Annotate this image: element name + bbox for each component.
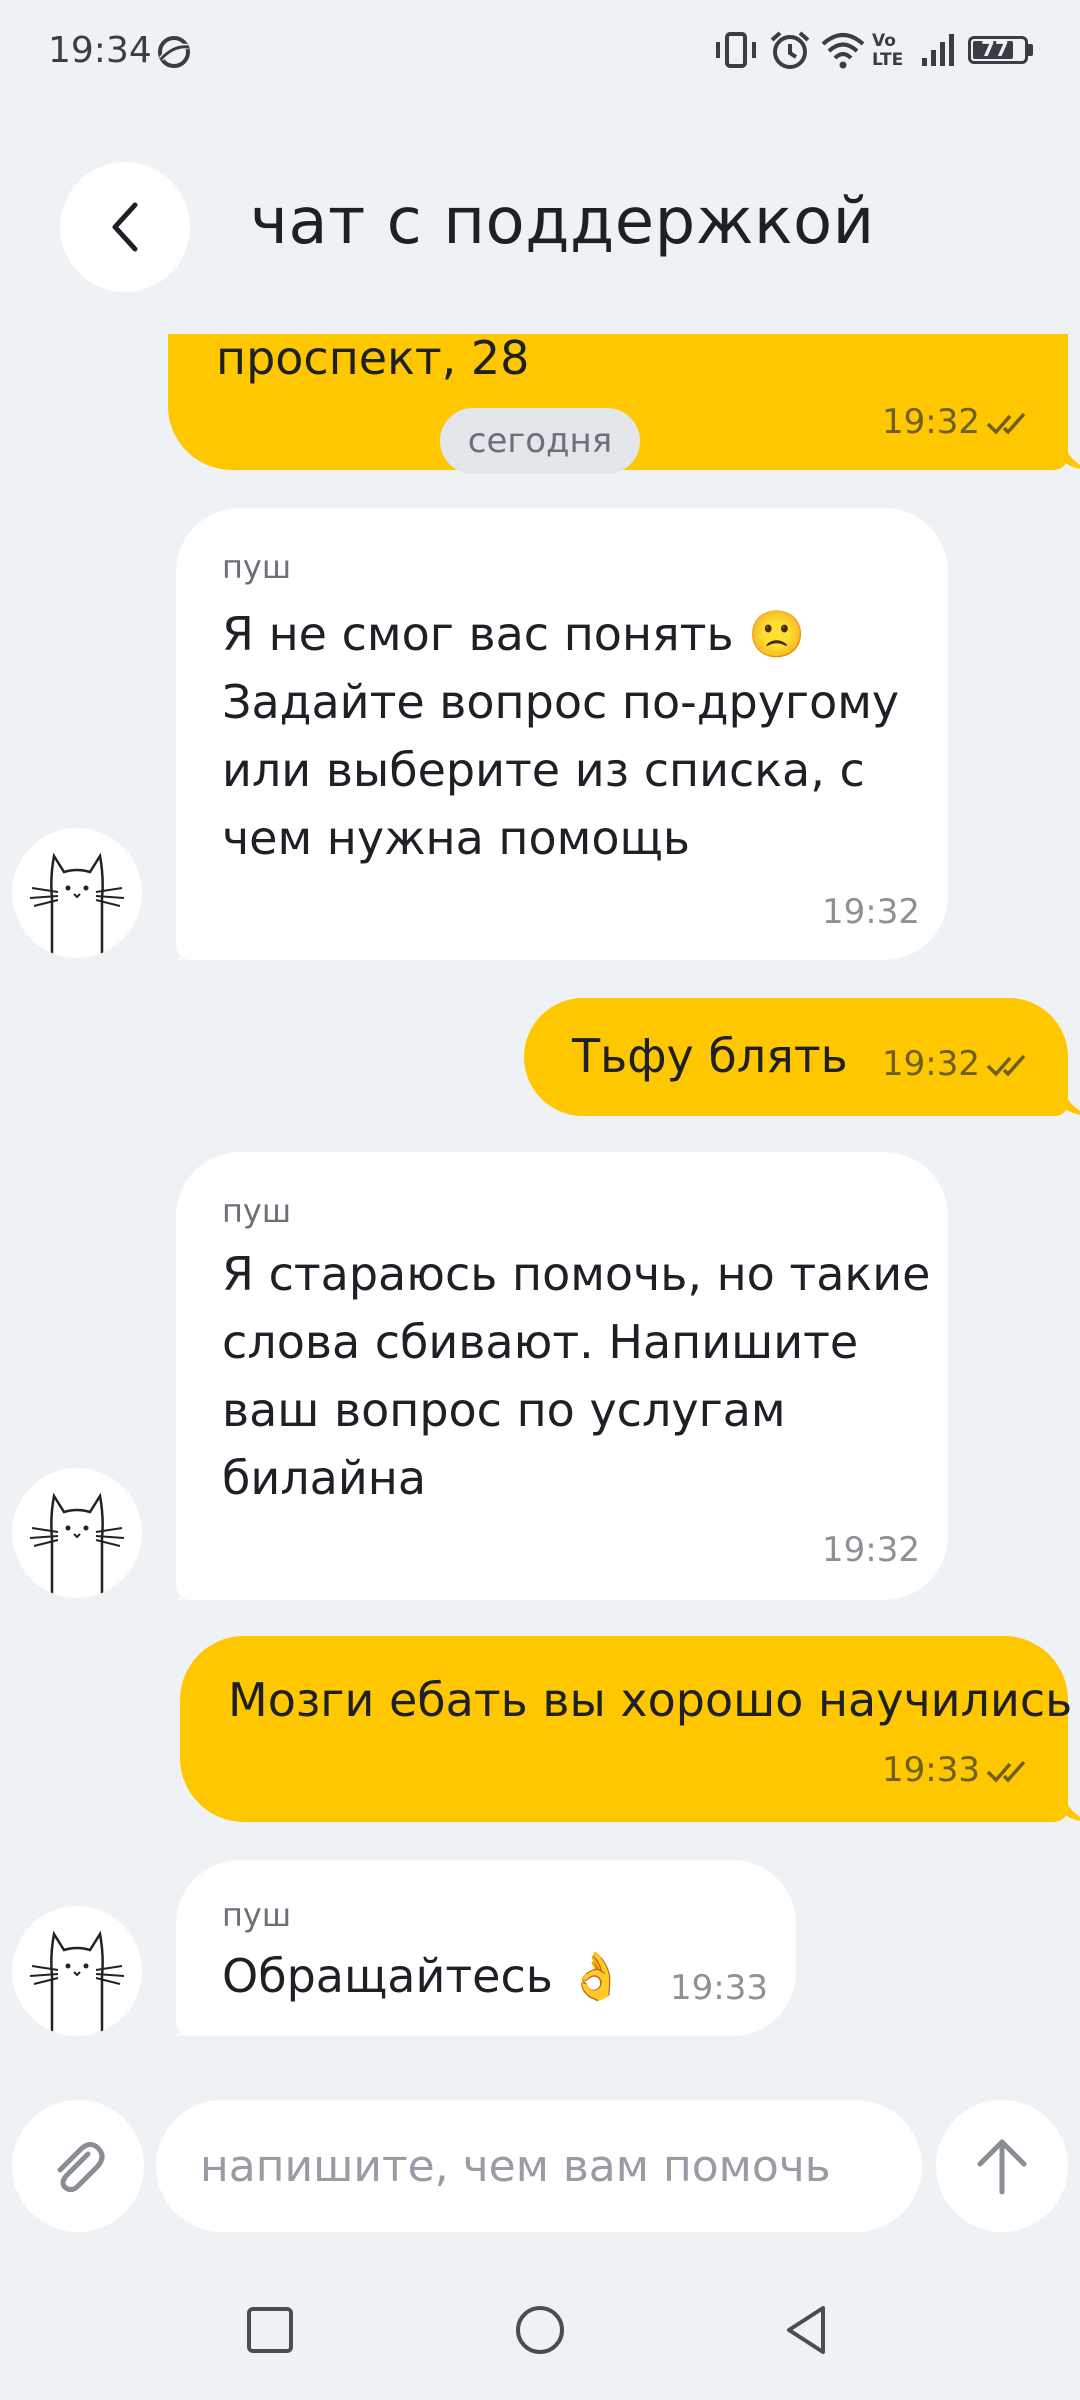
message-line: слова сбивают. Напишите xyxy=(222,1315,859,1369)
arrow-up-icon xyxy=(977,2139,1027,2195)
message-line: Я не смог вас понять 🙁 xyxy=(222,607,806,661)
home-circle-icon xyxy=(516,2306,564,2354)
bubble-tail xyxy=(1048,1792,1080,1821)
message-line: или выберите из списка, с xyxy=(222,743,865,797)
message-text: Я не смог вас понять 🙁 Задайте вопрос по… xyxy=(222,600,899,872)
bubble-tail xyxy=(1048,440,1080,469)
status-time: 19:34 xyxy=(48,30,152,71)
vibrate-icon xyxy=(716,32,756,68)
message-line: Задайте вопрос по-другому xyxy=(222,675,900,729)
message-time: 19:33 xyxy=(670,1968,768,2008)
message-text: Мозги ебать вы хорошо научились xyxy=(228,1673,1073,1727)
battery-level: 77 xyxy=(981,37,1009,61)
bot-avatar xyxy=(12,1906,142,2036)
signal-icon xyxy=(922,34,954,66)
message-time: 19:32 xyxy=(882,402,980,442)
cat-icon xyxy=(29,852,125,958)
message-bubble-incoming[interactable]: пуш Обращайтесь 👌 19:33 xyxy=(176,1860,796,2036)
sender-name: пуш xyxy=(222,1192,292,1230)
alarm-icon xyxy=(770,31,810,69)
message-line: ваш вопрос по услугам xyxy=(222,1383,786,1437)
attach-button[interactable] xyxy=(12,2100,144,2232)
bot-avatar xyxy=(12,828,142,958)
cat-icon xyxy=(29,1492,125,1598)
page-title: чат с поддержкой xyxy=(250,185,875,259)
recents-square-icon xyxy=(247,2307,293,2353)
chevron-left-icon xyxy=(112,202,138,252)
recents-button[interactable] xyxy=(230,2295,310,2365)
message-line: билайна xyxy=(222,1451,427,1505)
message-time: 19:32 xyxy=(822,1530,920,1570)
home-button[interactable] xyxy=(500,2295,580,2365)
message-time: 19:32 xyxy=(882,1044,980,1084)
read-checkmarks-icon xyxy=(986,412,1026,435)
nav-back-button[interactable] xyxy=(766,2295,846,2365)
send-button[interactable] xyxy=(936,2100,1068,2232)
message-bubble-incoming[interactable]: пуш Я стараюсь помочь, но такие слова сб… xyxy=(176,1152,948,1600)
bubble-tail xyxy=(176,2006,216,2036)
bubble-tail xyxy=(176,1570,216,1600)
message-text: проспект, 28 xyxy=(216,331,530,385)
cat-icon xyxy=(29,1930,125,2036)
battery-icon: 77 xyxy=(968,36,1028,64)
back-button[interactable] xyxy=(60,162,190,292)
cloud-sync-icon xyxy=(158,36,190,68)
bubble-tail xyxy=(176,930,216,960)
wifi-icon xyxy=(821,33,865,69)
volte-icon: Vo LTE xyxy=(872,31,904,70)
message-bubble-outgoing[interactable]: Мозги ебать вы хорошо научились 19:33 xyxy=(180,1636,1072,1822)
bot-avatar xyxy=(12,1468,142,1598)
read-checkmarks-icon xyxy=(986,1054,1026,1077)
message-bubble-outgoing[interactable]: Тьфу блять 19:32 xyxy=(524,998,1068,1116)
message-text: Я стараюсь помочь, но такие слова сбиваю… xyxy=(222,1240,930,1512)
paperclip-icon xyxy=(57,2142,105,2193)
sender-name: пуш xyxy=(222,548,292,586)
sender-name: пуш xyxy=(222,1896,292,1934)
date-separator: сегодня xyxy=(440,408,640,474)
message-text: Обращайтесь 👌 xyxy=(222,1949,625,2003)
message-line: Я стараюсь помочь, но такие xyxy=(222,1247,931,1301)
bubble-tail xyxy=(1048,1086,1080,1115)
message-line: чем нужна помощь xyxy=(222,811,690,865)
message-bubble-incoming[interactable]: пуш Я не смог вас понять 🙁 Задайте вопро… xyxy=(176,508,948,960)
message-input[interactable] xyxy=(156,2100,922,2232)
message-time: 19:32 xyxy=(822,892,920,932)
message-text: Тьфу блять xyxy=(572,1029,848,1083)
back-triangle-icon xyxy=(787,2306,825,2354)
message-time: 19:33 xyxy=(882,1750,980,1790)
battery-tip xyxy=(1028,44,1033,56)
read-checkmarks-icon xyxy=(986,1760,1026,1783)
